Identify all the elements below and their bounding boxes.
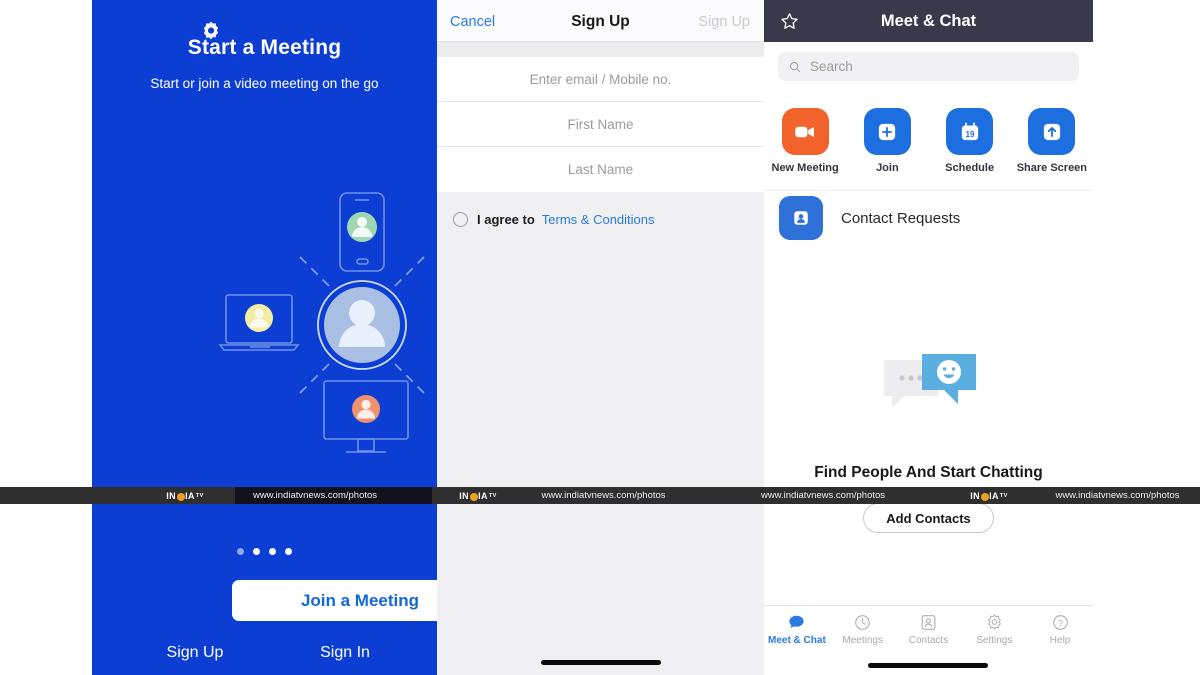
page-title: Start a Meeting bbox=[187, 36, 342, 59]
action-label: Join bbox=[876, 162, 899, 174]
tab-label: Meet & Chat bbox=[768, 635, 826, 646]
sign-up-screen: Cancel Sign Up Sign Up Enter email / Mob… bbox=[437, 0, 764, 675]
svg-text:19: 19 bbox=[965, 129, 975, 138]
nav-spacer bbox=[437, 42, 764, 57]
page-dot-4[interactable] bbox=[285, 548, 292, 555]
sign-up-form: Enter email / Mobile no. First Name Last… bbox=[437, 57, 764, 192]
page-title: Meet & Chat bbox=[880, 12, 977, 30]
new-meeting-button[interactable]: New Meeting bbox=[764, 108, 846, 174]
action-label: Schedule bbox=[945, 162, 995, 174]
tab-settings[interactable]: Settings bbox=[961, 606, 1027, 657]
screenshot-stage: Start a Meeting Start or join a video me… bbox=[0, 0, 1200, 675]
email-mobile-field[interactable]: Enter email / Mobile no. bbox=[437, 57, 764, 102]
tab-meet-and-chat[interactable]: Meet & Chat bbox=[764, 606, 830, 657]
tab-label: Meetings bbox=[842, 635, 883, 646]
globe-icon bbox=[980, 492, 989, 501]
divider bbox=[764, 190, 1093, 191]
onboarding-screen: Start a Meeting Start or join a video me… bbox=[92, 0, 437, 675]
page-dots[interactable] bbox=[92, 548, 437, 555]
tab-label: Settings bbox=[976, 635, 1013, 646]
page-dot-2[interactable] bbox=[253, 548, 260, 555]
watermark-logo-part1: IN bbox=[970, 490, 981, 501]
contact-requests-row[interactable]: Contact Requests bbox=[764, 192, 1093, 244]
home-indicator bbox=[868, 663, 988, 668]
home-indicator bbox=[540, 660, 661, 665]
contact-card-icon bbox=[779, 196, 823, 240]
terms-agreement-row[interactable]: I agree to Terms & Conditions bbox=[437, 192, 764, 247]
page-dot-1[interactable] bbox=[237, 548, 244, 555]
last-name-field[interactable]: Last Name bbox=[437, 147, 764, 192]
search-icon bbox=[790, 61, 801, 72]
schedule-button[interactable]: 19 Schedule bbox=[929, 108, 1011, 174]
globe-icon bbox=[176, 492, 185, 501]
contact-requests-label: Contact Requests bbox=[841, 209, 961, 227]
watermark-url: www.indiatvnews.com/photos bbox=[1055, 490, 1180, 501]
video-camera-icon bbox=[781, 108, 829, 155]
tab-meetings[interactable]: Meetings bbox=[830, 606, 896, 657]
arrow-up-icon bbox=[1028, 108, 1076, 155]
watermark-logo-part2: IA bbox=[989, 490, 999, 501]
agree-radio[interactable] bbox=[453, 212, 468, 227]
tab-label: Contacts bbox=[908, 635, 949, 646]
contact-icon bbox=[896, 612, 962, 632]
globe-icon bbox=[469, 492, 478, 501]
quick-actions-row: New Meeting Join 19 Schedule Share Scree… bbox=[764, 108, 1093, 174]
plus-icon bbox=[863, 108, 911, 155]
calendar-icon: 19 bbox=[946, 108, 994, 155]
watermark-url: www.indiatvnews.com/photos bbox=[541, 490, 666, 501]
watermark-url: www.indiatvnews.com/photos bbox=[760, 490, 886, 501]
question-mark-icon: ? bbox=[1027, 612, 1093, 632]
watermark-url: www.indiatvnews.com/photos bbox=[252, 490, 378, 501]
chat-bubbles-icon bbox=[880, 352, 980, 424]
sign-up-submit-button[interactable]: Sign Up bbox=[698, 14, 750, 30]
watermark-logo-part2: IA bbox=[185, 490, 195, 501]
chat-bubble-icon bbox=[764, 612, 830, 632]
navigation-bar: Cancel Sign Up Sign Up bbox=[437, 0, 764, 42]
join-button[interactable]: Join bbox=[846, 108, 928, 174]
watermark-logo: IN IA TV bbox=[943, 487, 1035, 504]
gear-icon bbox=[961, 612, 1027, 632]
action-label: Share Screen bbox=[1016, 162, 1088, 174]
share-screen-button[interactable]: Share Screen bbox=[1011, 108, 1093, 174]
watermark-logo: IN IA TV bbox=[432, 487, 524, 504]
watermark-bar: IN IA TV www.indiatvnews.com/photos IN IA TV… bbox=[0, 487, 1200, 504]
watermark-logo-superscript: TV bbox=[195, 492, 204, 499]
sign-in-link[interactable]: Sign In bbox=[290, 644, 400, 662]
empty-state-title: Find People And Start Chatting bbox=[814, 464, 1043, 481]
add-contacts-button[interactable]: Add Contacts bbox=[863, 503, 994, 533]
page-dot-3[interactable] bbox=[269, 548, 276, 555]
devices-connected-illustration bbox=[212, 185, 437, 465]
page-subtitle: Start or join a video meeting on the go bbox=[150, 76, 379, 91]
tab-help[interactable]: ? Help bbox=[1027, 606, 1093, 657]
sign-up-link[interactable]: Sign Up bbox=[140, 644, 250, 662]
join-a-meeting-button[interactable]: Join a Meeting bbox=[232, 580, 437, 621]
search-input[interactable]: Search bbox=[778, 52, 1079, 81]
terms-and-conditions-link[interactable]: Terms & Conditions bbox=[542, 212, 655, 227]
watermark-logo-part2: IA bbox=[478, 490, 488, 501]
watermark-logo-part1: IN bbox=[459, 490, 470, 501]
tab-label: Help bbox=[1049, 635, 1071, 646]
navigation-bar: Meet & Chat bbox=[764, 0, 1093, 42]
search-placeholder: Search bbox=[810, 59, 853, 74]
watermark-logo: IN IA TV bbox=[135, 487, 235, 504]
svg-text:?: ? bbox=[1058, 617, 1063, 627]
clock-icon bbox=[830, 612, 896, 632]
tab-contacts[interactable]: Contacts bbox=[896, 606, 962, 657]
meet-and-chat-screen: Meet & Chat Search New Meeting Join 19 S… bbox=[764, 0, 1200, 675]
action-label: New Meeting bbox=[771, 162, 839, 174]
watermark-logo-part1: IN bbox=[166, 490, 177, 501]
watermark-logo-superscript: TV bbox=[999, 492, 1008, 499]
first-name-field[interactable]: First Name bbox=[437, 102, 764, 147]
agree-label: I agree to bbox=[477, 212, 535, 227]
watermark-logo-superscript: TV bbox=[488, 492, 497, 499]
bottom-tab-bar: Meet & Chat Meetings Contacts Settings ?… bbox=[764, 605, 1093, 657]
